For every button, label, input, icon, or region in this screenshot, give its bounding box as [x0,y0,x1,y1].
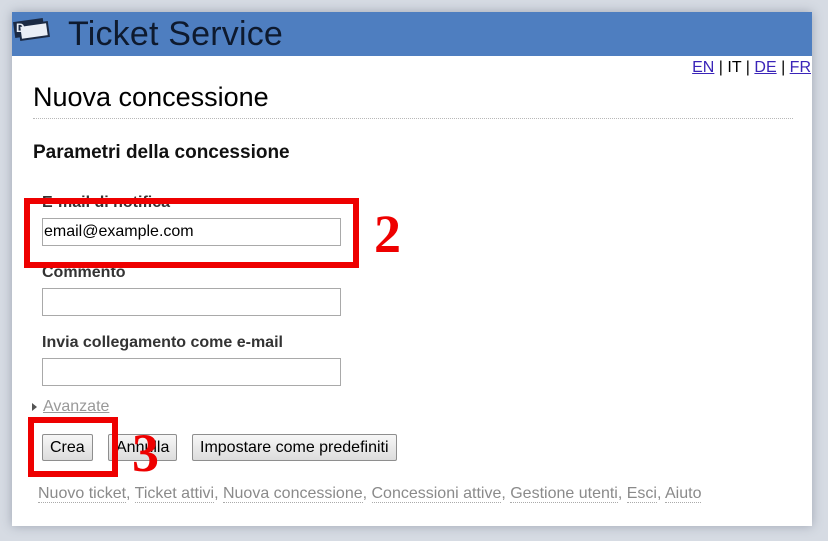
lang-en[interactable]: EN [692,59,714,76]
send-link-label: Invia collegamento come e-mail [42,334,283,351]
lang-separator: | [741,59,755,76]
footer-link-user-management[interactable]: Gestione utenti [510,485,618,503]
footer-nav: Nuovo ticket, Ticket attivi, Nuova conce… [38,485,702,503]
app-header: D Ticket Service [12,12,812,56]
footer-link-logout[interactable]: Esci [626,485,657,503]
lang-it-active: IT [727,59,742,76]
advanced-toggle[interactable]: Avanzate [32,398,109,416]
language-selector: EN | IT | DE | FR [692,59,811,77]
annotation-label-3: 3 [132,423,159,483]
annotation-box-3 [28,417,118,477]
footer-link-new-ticket[interactable]: Nuovo ticket [38,485,127,503]
triangle-right-icon [32,402,37,411]
send-link-email-field[interactable] [42,358,341,386]
ticket-logo-icon: D [13,17,50,42]
footer-link-active-tickets[interactable]: Ticket attivi [134,485,215,503]
lang-de[interactable]: DE [754,59,776,76]
annotation-box-2 [24,198,359,268]
set-default-button[interactable]: Impostare come predefiniti [192,434,397,461]
title-divider [33,118,793,119]
app-title: Ticket Service [68,15,284,53]
lang-separator: | [776,59,790,76]
advanced-label: Avanzate [43,398,110,415]
section-title: Parametri della concessione [33,142,290,163]
comment-field[interactable] [42,288,341,316]
lang-separator: | [714,59,728,76]
footer-link-new-grant[interactable]: Nuova concessione [222,485,363,503]
page-title: Nuova concessione [33,82,269,112]
annotation-label-2: 2 [374,204,401,264]
footer-link-help[interactable]: Aiuto [665,485,702,503]
main-card: D Ticket Service EN | IT | DE | FR Nuova… [12,12,812,526]
footer-link-active-grants[interactable]: Concessioni attive [371,485,502,503]
svg-text:D: D [16,21,25,35]
lang-fr[interactable]: FR [790,59,811,76]
